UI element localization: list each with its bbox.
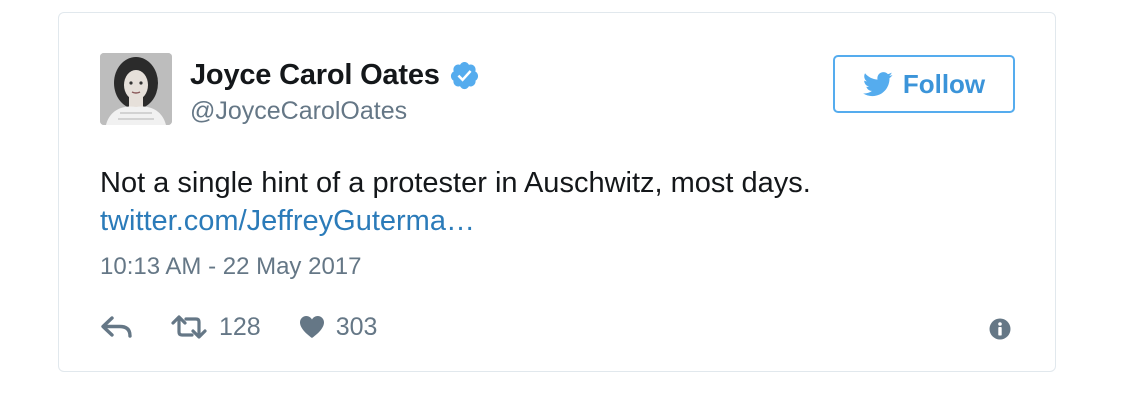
retweet-button[interactable]: 128 bbox=[170, 313, 261, 342]
tweet-timestamp[interactable]: 10:13 AM - 22 May 2017 bbox=[100, 253, 362, 281]
like-count: 303 bbox=[335, 312, 378, 341]
tweet-card: Joyce Carol Oates @JoyceCarolOates Follo… bbox=[58, 12, 1056, 372]
author-name-row: Joyce Carol Oates bbox=[190, 57, 480, 93]
verified-badge-icon bbox=[449, 60, 480, 91]
like-button[interactable]: 303 bbox=[299, 312, 378, 342]
author-handle[interactable]: @JoyceCarolOates bbox=[190, 97, 407, 126]
follow-button[interactable]: Follow bbox=[833, 55, 1015, 113]
reply-button[interactable] bbox=[100, 315, 134, 339]
follow-button-label: Follow bbox=[902, 68, 986, 99]
author-display-name[interactable]: Joyce Carol Oates bbox=[190, 59, 440, 92]
avatar-photo bbox=[100, 53, 172, 125]
avatar[interactable] bbox=[100, 53, 172, 125]
heart-icon bbox=[299, 315, 325, 339]
info-icon[interactable] bbox=[989, 318, 1011, 340]
tweet-actions: 128 303 bbox=[100, 310, 377, 344]
tweet-link[interactable]: twitter.com/JeffreyGuterma… bbox=[100, 201, 475, 241]
retweet-icon bbox=[170, 315, 208, 339]
twitter-bird-icon bbox=[862, 71, 893, 97]
retweet-count: 128 bbox=[219, 312, 261, 341]
tweet-text: Not a single hint of a protester in Ausc… bbox=[100, 167, 811, 199]
reply-icon bbox=[100, 315, 134, 339]
